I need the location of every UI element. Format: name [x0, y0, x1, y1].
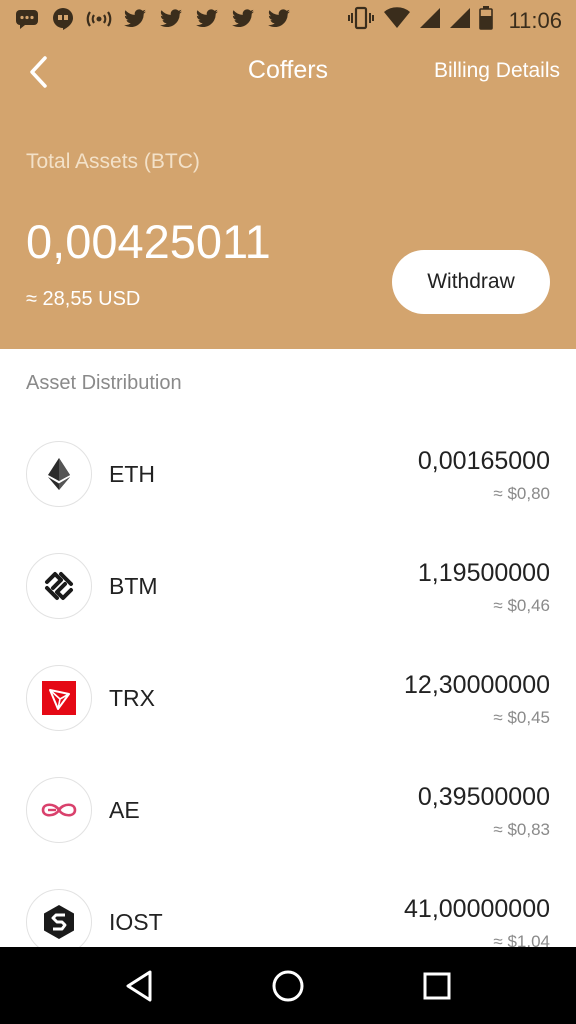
trx-icon [26, 665, 92, 731]
status-time: 11:06 [508, 7, 562, 33]
asset-distribution-label: Asset Distribution [26, 372, 182, 394]
asset-usd-value: ≈ $0,46 [493, 596, 550, 615]
withdraw-button[interactable]: Withdraw [392, 250, 550, 314]
hangouts-icon [50, 6, 76, 32]
asset-amount: 1,19500000 [417, 559, 550, 587]
twitter-icon [266, 6, 292, 32]
asset-amount: 0,39500000 [417, 783, 550, 811]
notification-icons [14, 6, 292, 32]
triangle-back-icon [126, 970, 152, 1001]
asset-name: ETH [109, 461, 155, 487]
asset-usd-value: ≈ $0,80 [493, 484, 550, 503]
nav-recents-button[interactable] [407, 956, 467, 1016]
twitter-icon [122, 6, 148, 32]
ae-icon [26, 777, 92, 843]
nav-back-button[interactable] [109, 956, 169, 1016]
circle-home-icon [272, 970, 304, 1001]
battery-icon [478, 6, 493, 35]
signal-icon [419, 7, 441, 34]
square-recents-icon [423, 972, 451, 999]
asset-name: BTM [109, 573, 158, 599]
asset-usd-value: ≈ $0,45 [493, 708, 550, 727]
signal-icon [449, 7, 471, 34]
top-nav: Coffers Billing Details [0, 40, 576, 104]
asset-name: TRX [109, 685, 155, 711]
list-item-ae[interactable]: AE 0,39500000 ≈ $0,83 [0, 777, 576, 889]
asset-amount: 0,00165000 [417, 447, 550, 475]
twitter-icon [158, 6, 184, 32]
billing-details-link[interactable]: Billing Details [434, 59, 560, 83]
eth-icon [26, 441, 92, 507]
status-bar: 11:06 [0, 0, 576, 40]
asset-usd-value: ≈ $0,83 [493, 820, 550, 839]
wifi-icon [383, 7, 411, 34]
wifi-calling-icon [86, 6, 112, 32]
total-assets-label: Total Assets (BTC) [26, 150, 200, 173]
list-item-eth[interactable]: ETH 0,00165000 ≈ $0,80 [0, 441, 576, 553]
total-assets-value: 0,00425011 [26, 215, 271, 268]
asset-name: IOST [109, 909, 163, 935]
asset-amount: 12,30000000 [404, 671, 550, 699]
nav-home-button[interactable] [258, 956, 318, 1016]
twitter-icon [230, 6, 256, 32]
system-icons: 11:06 [347, 6, 562, 35]
list-item-trx[interactable]: TRX 12,30000000 ≈ $0,45 [0, 665, 576, 777]
btm-icon [26, 553, 92, 619]
asset-amount: 41,00000000 [404, 895, 550, 923]
asset-name: AE [109, 797, 140, 823]
list-item-btm[interactable]: BTM 1,19500000 ≈ $0,46 [0, 553, 576, 665]
system-nav-bar [0, 947, 576, 1024]
total-assets-usd: ≈ 28,55 USD [26, 288, 141, 310]
vibrate-icon [347, 6, 375, 35]
iost-icon [26, 889, 92, 955]
chat-icon [14, 6, 40, 32]
twitter-icon [194, 6, 220, 32]
